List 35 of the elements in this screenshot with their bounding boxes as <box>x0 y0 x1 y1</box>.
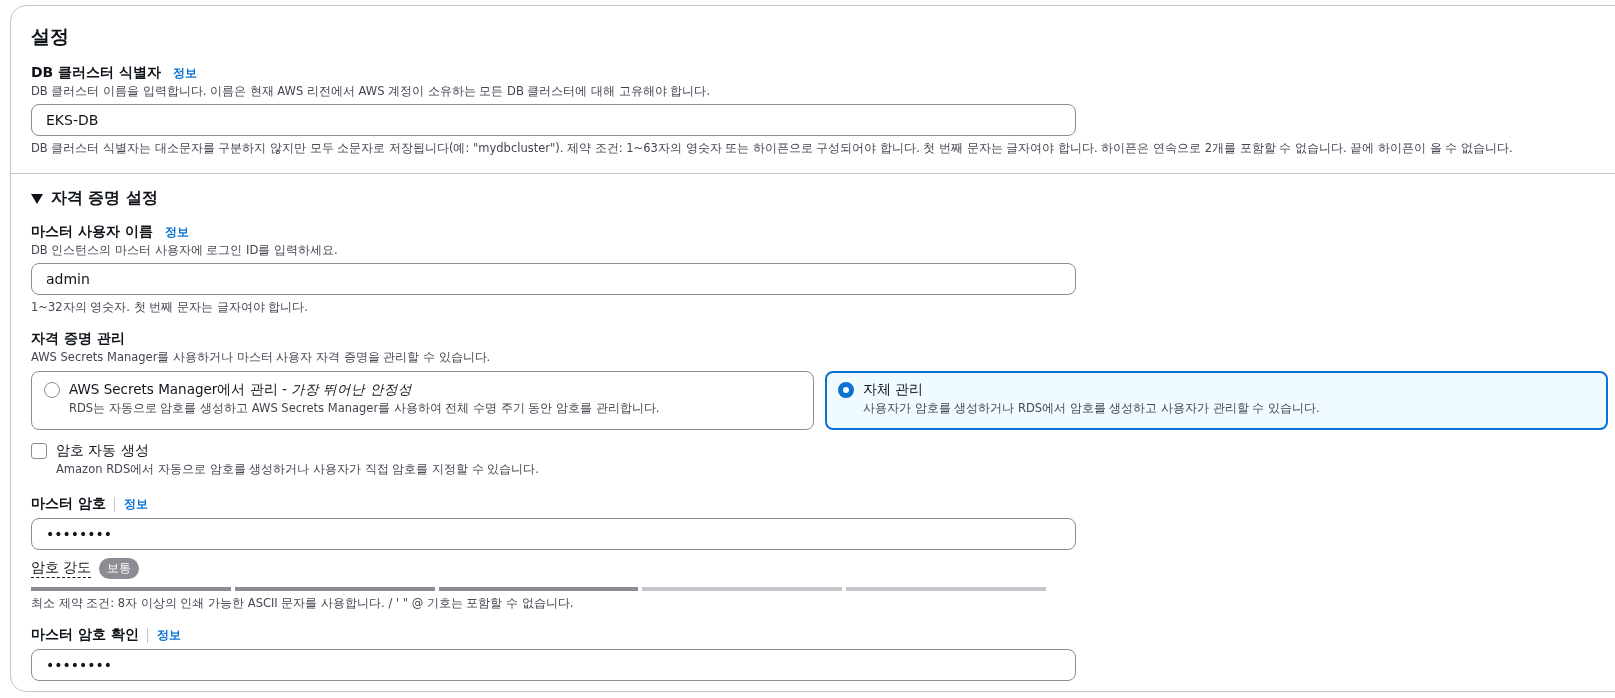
radio-button[interactable] <box>838 382 854 398</box>
strength-badge: 보통 <box>99 558 140 579</box>
option-description: 사용자가 암호를 생성하거나 RDS에서 암호를 생성하고 사용자가 관리할 수 있습니다. <box>863 401 1320 416</box>
field-description: AWS Secrets Manager를 사용하거나 마스터 사용자 자격 증명을 관리할 수 있습니다. <box>31 350 492 365</box>
radio-option-card[interactable]: 자체 관리 사용자가 암호를 생성하거나 RDS에서 암호를 생성하고 사용자가 관리할 수 있습니다. <box>825 371 1608 430</box>
field-label: 마스터 암호 <box>31 495 106 513</box>
option-title: AWS Secrets Manager에서 관리 - 가장 뛰어난 안정성 <box>69 381 413 399</box>
text-input-field[interactable]: EKS-DB <box>31 104 1076 136</box>
info-link[interactable]: 정보 <box>146 627 181 643</box>
section-title: 설정 <box>31 24 70 49</box>
password-field[interactable]: •••••••• <box>31 518 1076 550</box>
constraint-text: DB 클러스터 식별자는 대소문자를 구분하지 않지만 모두 소문자로 저장됩니다(예: "mydbcluster"). 제약 조건: 1~63자의 영숫자 또는 하이픈으로 구성되어야 합니다. 첫 번째 문자는 글자여야 합니다. 하이픈은 연속으로 2개를 포함할 수 없습니다. 끝에 하이픈이 올 수 없습니다. <box>31 141 1514 156</box>
strength-label: 암호 강도 <box>31 559 92 578</box>
field-label: 마스터 암호 확인 <box>31 626 139 644</box>
info-link[interactable]: 정보 <box>164 224 189 240</box>
field-label: 마스터 사용자 이름 <box>31 223 153 241</box>
option-description: RDS는 자동으로 암호를 생성하고 AWS Secrets Manager를 사용하여 전체 수명 주기 동안 암호를 관리합니다. <box>69 401 660 416</box>
checkbox-label: 암호 자동 생성 <box>56 442 150 460</box>
password-field[interactable]: •••••••• <box>31 649 1076 681</box>
info-link[interactable]: 정보 <box>173 65 198 81</box>
constraint-text: 1~32자의 영숫자. 첫 번째 문자는 글자여야 합니다. <box>31 300 309 315</box>
radio-option-card[interactable]: AWS Secrets Manager에서 관리 - 가장 뛰어난 안정성 RDS는 자동으로 암호를 생성하고 AWS Secrets Manager를 사용하여 전체 수명 주기 동안 암호를 관리합니다. <box>31 371 814 430</box>
checkbox-description: Amazon RDS에서 자동으로 암호를 생성하거나 사용자가 직접 암호를 지정할 수 있습니다. <box>56 462 539 477</box>
field-description: DB 인스턴스의 마스터 사용자에 로그인 ID를 입력하세요. <box>31 243 339 258</box>
checkbox[interactable] <box>31 443 47 459</box>
field-description: DB 클러스터 이름을 입력합니다. 이름은 현재 AWS 리전에서 AWS 계정이 소유하는 모든 DB 클러스터에 대해 고유해야 합니다. <box>31 84 712 99</box>
caret-icon[interactable] <box>31 193 43 204</box>
radio-button[interactable] <box>44 382 60 398</box>
option-title: 자체 관리 <box>863 381 925 399</box>
text-input-field[interactable]: admin <box>31 263 1076 295</box>
field-label: DB 클러스터 식별자 <box>31 64 162 82</box>
constraint-text: 최소 제약 조건: 8자 이상의 인쇄 가능한 ASCII 문자를 사용합니다. / ' " @ 기호는 포함할 수 없습니다. <box>31 596 575 611</box>
section-heading[interactable]: 자격 증명 설정 <box>51 188 158 209</box>
info-link[interactable]: 정보 <box>113 496 148 512</box>
field-label: 자격 증명 관리 <box>31 330 125 348</box>
